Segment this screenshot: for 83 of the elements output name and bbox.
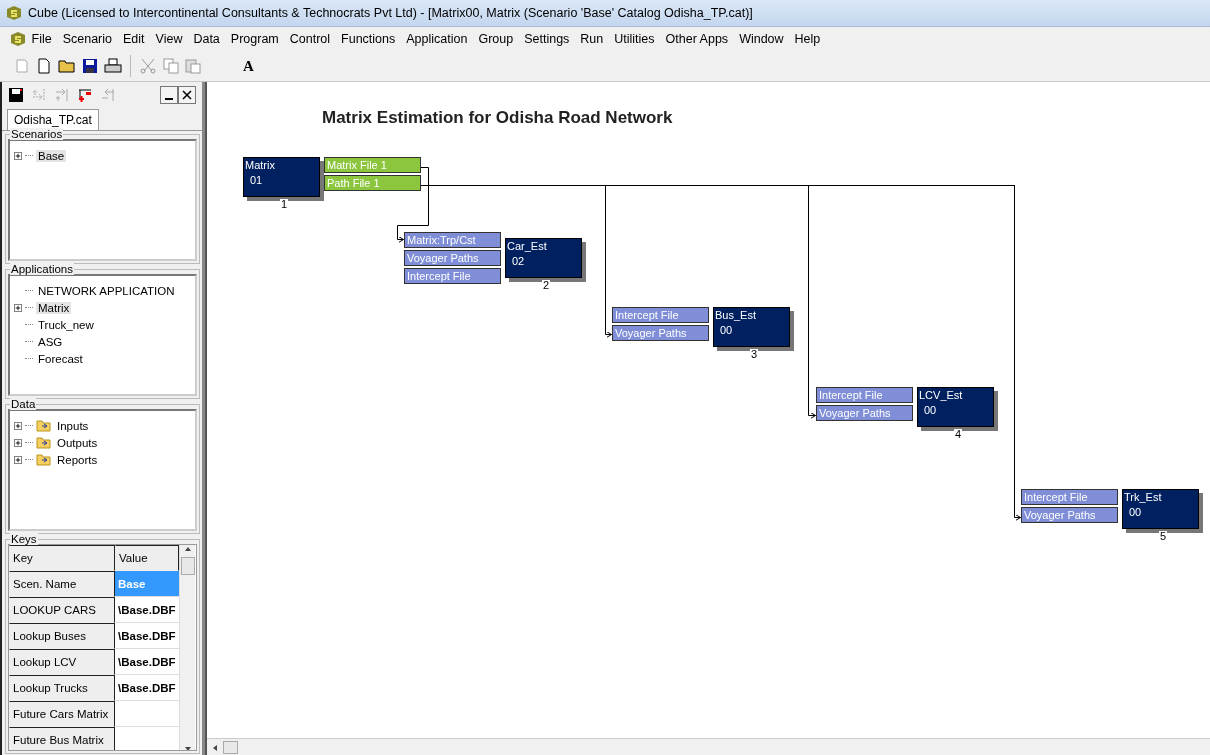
menu-item[interactable]: Data: [187, 30, 226, 48]
expand-icon[interactable]: [14, 455, 22, 464]
tree-item[interactable]: Truck_new: [36, 318, 96, 331]
expand-icon[interactable]: [14, 438, 22, 447]
step-number: 3: [750, 349, 759, 360]
tree-item[interactable]: Reports: [55, 453, 100, 466]
column-header: Key: [9, 545, 115, 571]
program-code: 00: [1128, 506, 1143, 518]
program-name: LCV_Est: [919, 389, 964, 401]
key-cell: Lookup LCV: [9, 649, 115, 675]
scroll-bar[interactable]: [179, 545, 195, 750]
step-number: 5: [1159, 531, 1168, 542]
step-number: 4: [954, 429, 963, 440]
program-code: 02: [511, 255, 526, 267]
menu-item[interactable]: Scenario: [57, 30, 118, 48]
group-label: Applications: [10, 263, 74, 275]
value-cell[interactable]: \Base.DBF: [115, 597, 179, 623]
program-name: Car_Est: [507, 240, 548, 252]
menu-item[interactable]: Window: [733, 30, 790, 48]
key-cell: LOOKUP CARS: [9, 597, 115, 623]
save-icon[interactable]: [82, 58, 98, 74]
cube-logo-icon: [10, 31, 26, 47]
column-header: Value: [115, 545, 179, 571]
new-file-icon[interactable]: [36, 58, 52, 74]
folder-icon: [36, 453, 52, 466]
scroll-bar[interactable]: [207, 738, 1210, 755]
menu-item[interactable]: Edit: [117, 30, 151, 48]
menu-item[interactable]: File: [26, 30, 58, 48]
program-code: 01: [249, 174, 264, 186]
value-cell[interactable]: \Base.DBF: [115, 623, 179, 649]
step-number: 2: [542, 280, 551, 291]
close-icon: [182, 90, 192, 100]
group-label: Keys: [10, 533, 38, 545]
insert-icon[interactable]: [77, 88, 93, 102]
minimize-icon: [165, 98, 173, 100]
diagram-title: Matrix Estimation for Odisha Road Network: [322, 108, 673, 128]
tree-item[interactable]: NETWORK APPLICATION: [36, 284, 177, 297]
menu-item[interactable]: Utilities: [608, 30, 661, 48]
menu-item[interactable]: Program: [225, 30, 285, 48]
key-cell: Lookup Trucks: [9, 675, 115, 701]
program-name: Bus_Est: [715, 309, 757, 321]
menu-item[interactable]: Control: [284, 30, 336, 48]
printer-icon[interactable]: [104, 58, 122, 74]
catalog-tab[interactable]: Odisha_TP.cat: [7, 109, 99, 130]
program-code: 00: [923, 404, 938, 416]
save-icon[interactable]: [8, 87, 24, 103]
program-name: Trk_Est: [1124, 491, 1163, 503]
tree-item[interactable]: Matrix: [36, 301, 72, 314]
close-button[interactable]: [178, 86, 196, 104]
program-name: Matrix: [245, 159, 276, 171]
expand-icon[interactable]: [14, 303, 22, 312]
font-button[interactable]: A: [243, 57, 254, 75]
key-cell: Future Cars Matrix: [9, 701, 115, 727]
key-cell: Lookup Buses: [9, 623, 115, 649]
tree-item[interactable]: Forecast: [36, 352, 85, 365]
tree-item[interactable]: Base: [36, 149, 67, 162]
tree-item[interactable]: Inputs: [55, 419, 91, 432]
step-number: 1: [280, 199, 289, 210]
menu-item[interactable]: Application: [400, 30, 473, 48]
menu-item[interactable]: Functions: [335, 30, 401, 48]
cube-logo-icon: [6, 5, 22, 21]
menu-item[interactable]: Other Apps: [660, 30, 734, 48]
key-cell: Future Bus Matrix: [9, 727, 115, 750]
tree-item[interactable]: ASG: [36, 335, 65, 348]
program-code: 00: [719, 324, 734, 336]
menu-item[interactable]: Group: [472, 30, 519, 48]
minimize-button[interactable]: [160, 86, 178, 104]
group-label: Scenarios: [10, 128, 64, 140]
menu-item[interactable]: Run: [574, 30, 609, 48]
expand-icon[interactable]: [14, 151, 22, 160]
tree-item[interactable]: Outputs: [55, 436, 100, 449]
value-cell[interactable]: \Base.DBF: [115, 649, 179, 675]
menu-item[interactable]: Help: [789, 30, 826, 48]
window-title: Cube (Licensed to Intercontinental Consultants & Technocrats Pvt Ltd) - [Matrix00, Matrix (Scenario 'Base' Catalog Odisha_TP.cat)]: [28, 6, 753, 20]
folder-icon: [36, 419, 52, 432]
key-cell: Scen. Name: [9, 571, 115, 597]
folder-icon: [36, 436, 52, 449]
menu-item[interactable]: Settings: [518, 30, 575, 48]
menu-item[interactable]: View: [150, 30, 188, 48]
value-cell[interactable]: \Base.DBF: [115, 675, 179, 701]
folder-icon[interactable]: [58, 58, 76, 74]
expand-icon[interactable]: [14, 421, 22, 430]
group-label: Data: [10, 398, 37, 410]
